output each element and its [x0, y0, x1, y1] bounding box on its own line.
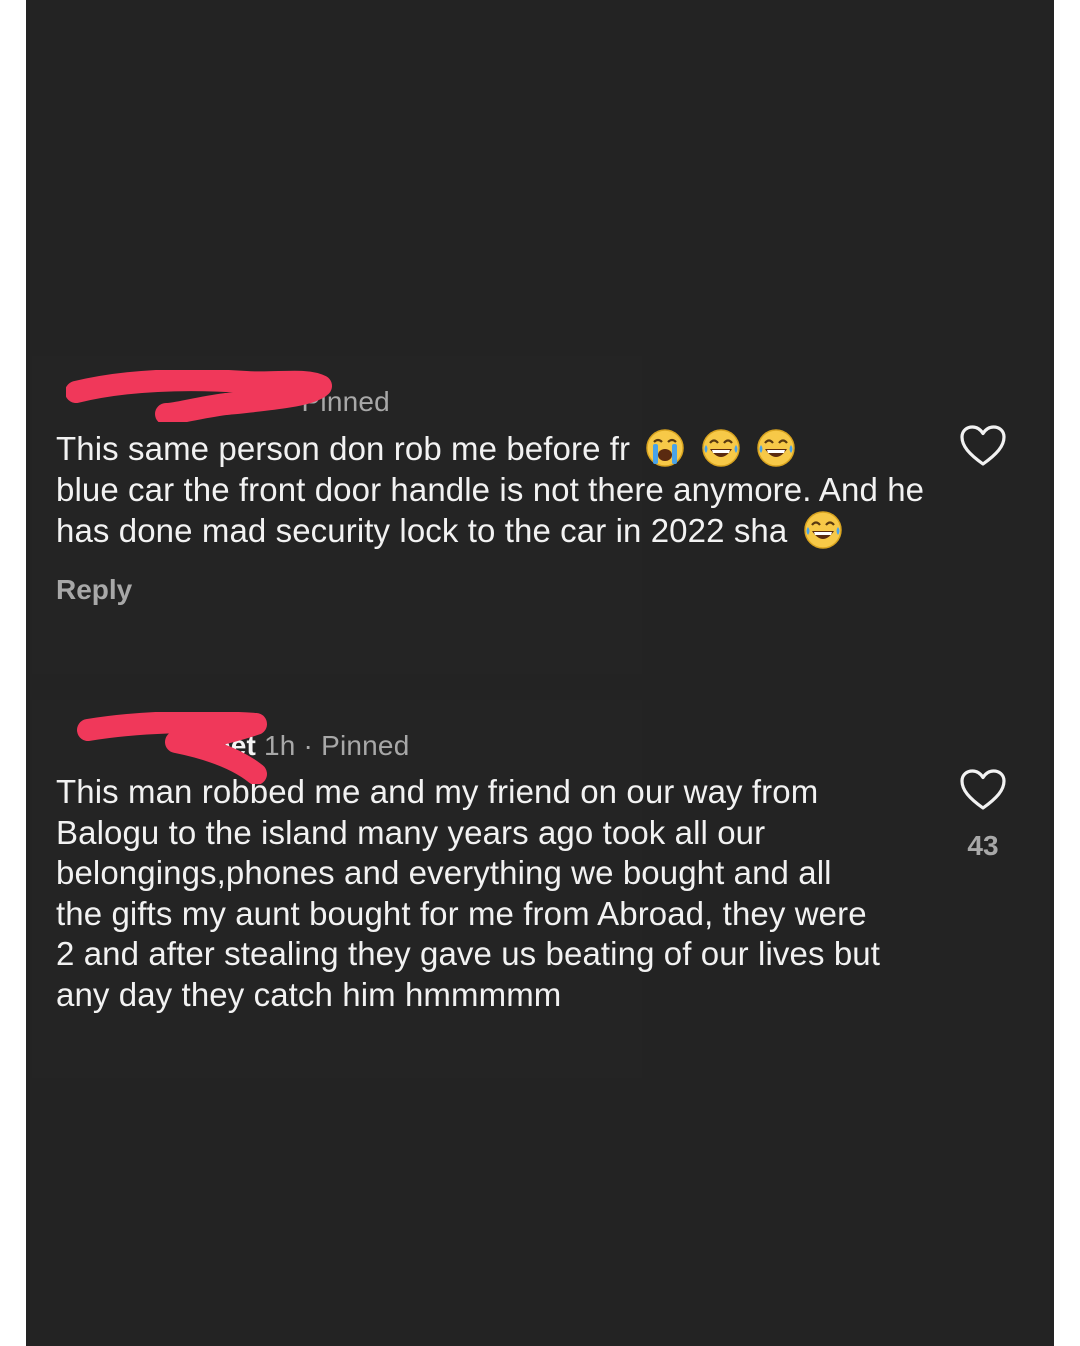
face-with-tears-of-joy-icon [756, 428, 796, 468]
comment-text: This same person don rob me before fr bl… [56, 428, 936, 552]
heart-outline-icon [960, 425, 1006, 466]
like-button[interactable]: 43 [955, 768, 1011, 862]
face-with-tears-of-joy-icon [803, 510, 843, 550]
comment-text-continued: blue car the front door handle is not th… [56, 470, 925, 550]
face-with-tears-of-joy-icon [701, 428, 741, 468]
reply-button[interactable]: Reply [56, 574, 936, 606]
loudly-crying-face-icon [645, 428, 685, 468]
comment-text-line1: This same person don rob me before fr [56, 430, 631, 467]
heart-outline-icon [960, 769, 1006, 810]
like-button[interactable] [955, 424, 1011, 486]
meta-separator: · [303, 730, 314, 761]
comment-time: 1h [264, 730, 296, 761]
comment-text: This man robbed me and my friend on our … [56, 773, 880, 1013]
comment-meta: · Pinned [56, 384, 936, 420]
pinned-label: Pinned [321, 730, 410, 761]
like-count: 43 [967, 830, 999, 861]
comment-item: eet 1h · Pinned This man robbed me and m… [56, 728, 936, 1015]
comment-item: · Pinned This same person don rob me bef… [56, 384, 936, 606]
comment-meta: eet 1h · Pinned [56, 728, 936, 764]
pinned-label: Pinned [301, 386, 390, 417]
comment-username[interactable]: eet [56, 730, 256, 762]
meta-separator: · [284, 386, 294, 417]
